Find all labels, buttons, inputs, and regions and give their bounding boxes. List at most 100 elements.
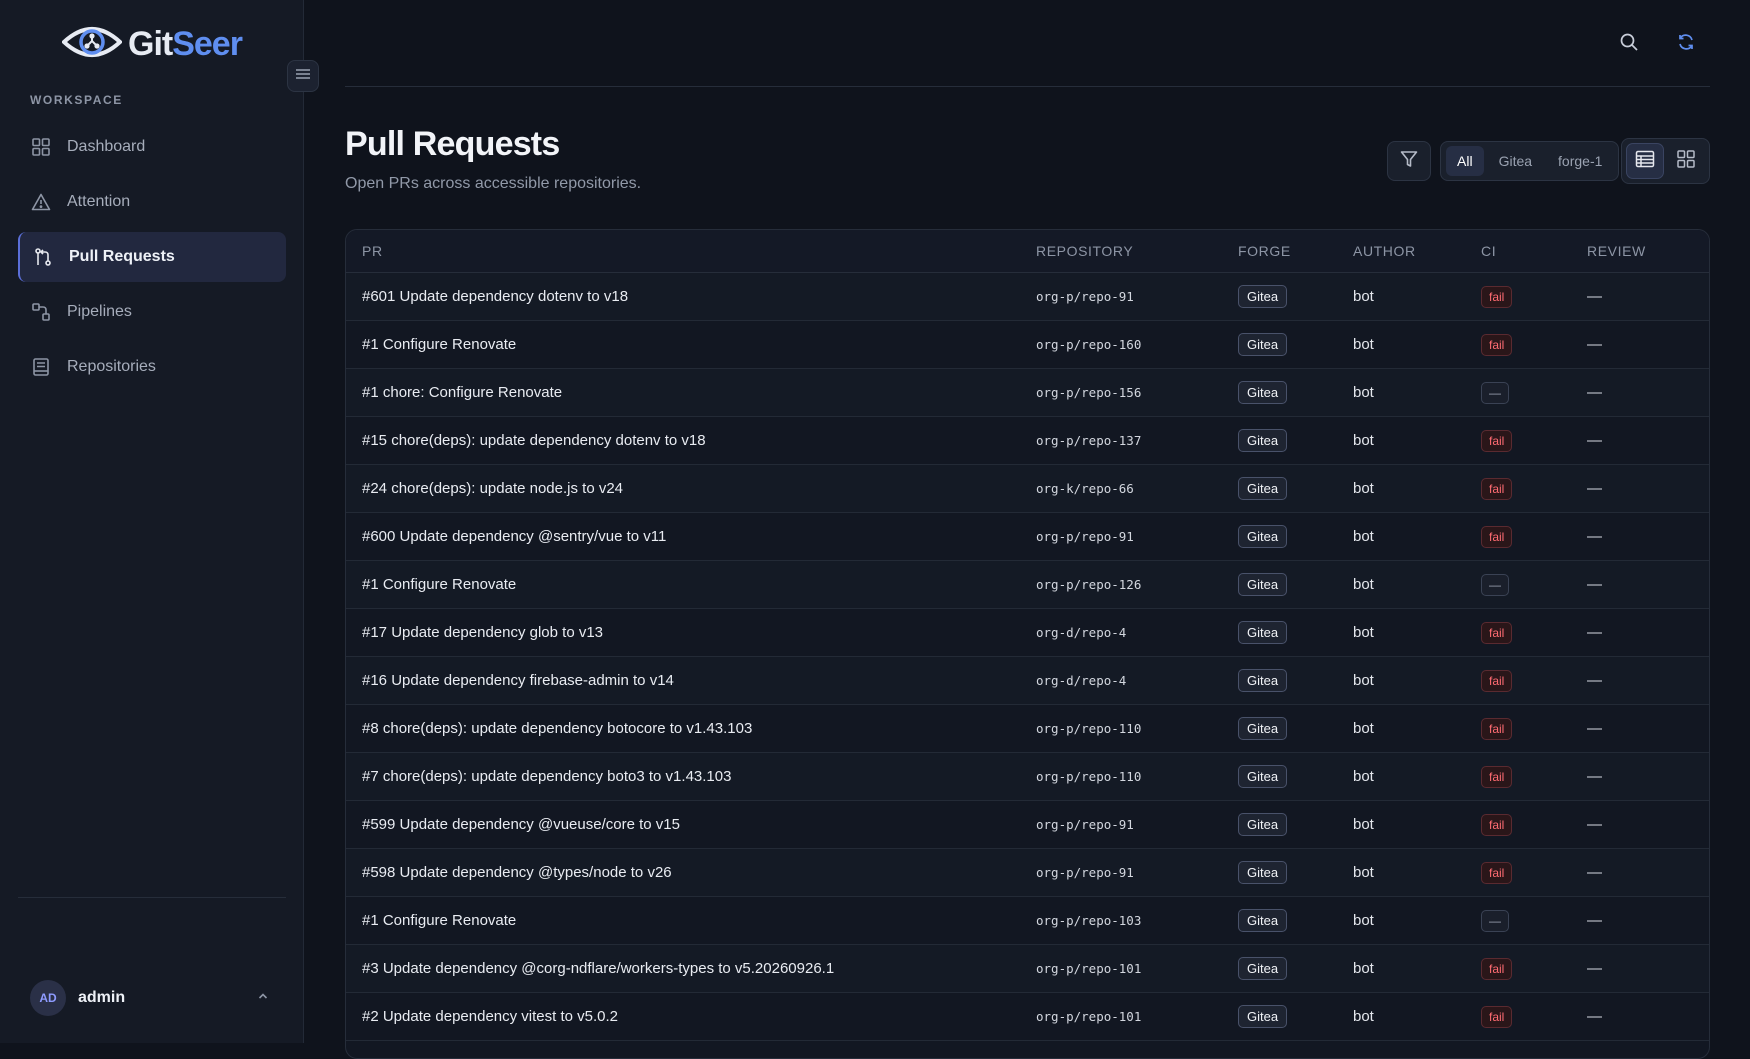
chevron-up-icon[interactable]: [256, 989, 270, 1008]
repository-name[interactable]: org-p/repo-91: [1036, 817, 1238, 832]
ci-status-badge[interactable]: fail: [1481, 285, 1513, 308]
forge-cell: Gitea: [1238, 573, 1353, 596]
column-header-repository[interactable]: REPOSITORY: [1036, 243, 1238, 259]
review-status: —: [1587, 720, 1602, 737]
table-row[interactable]: #601 Update dependency dotenv to v18 org-…: [346, 273, 1709, 321]
repository-name[interactable]: org-p/repo-101: [1036, 1009, 1238, 1024]
pr-title-link[interactable]: #1 Configure Renovate: [346, 336, 1036, 353]
table-row[interactable]: #1 Configure Renovate org-p/repo-160 Gitea…: [346, 321, 1709, 369]
table-row[interactable]: #24 chore(deps): update node.js to v24 or…: [346, 465, 1709, 513]
table-row[interactable]: #1 chore: Configure Renovate org-p/repo-1…: [346, 369, 1709, 417]
table-row[interactable]: #1 Configure Renovate org-p/repo-126 Gitea…: [346, 561, 1709, 609]
pr-title-link[interactable]: #15 chore(deps): update dependency doten…: [346, 432, 1036, 449]
column-header-author[interactable]: AUTHOR: [1353, 243, 1481, 259]
sidebar-collapse-button[interactable]: [287, 60, 319, 92]
pr-title-link[interactable]: #8 chore(deps): update dependency botoco…: [346, 720, 1036, 737]
ci-status-badge[interactable]: fail: [1481, 861, 1513, 884]
forge-filter-segmented: All Gitea forge-1: [1440, 141, 1620, 181]
repository-name[interactable]: org-p/repo-91: [1036, 529, 1238, 544]
ci-status-badge[interactable]: fail: [1481, 477, 1513, 500]
ci-status-badge[interactable]: —: [1481, 909, 1509, 932]
ci-status-badge[interactable]: fail: [1481, 525, 1513, 548]
pr-title-link[interactable]: #1 Configure Renovate: [346, 576, 1036, 593]
pr-title-link[interactable]: #24 chore(deps): update node.js to v24: [346, 480, 1036, 497]
table-row[interactable]: #7 chore(deps): update dependency boto3 …: [346, 753, 1709, 801]
sidebar-item-attention[interactable]: Attention: [18, 177, 286, 227]
pr-title-link[interactable]: #598 Update dependency @types/node to v2…: [346, 864, 1036, 881]
ci-status-badge[interactable]: fail: [1481, 1005, 1513, 1028]
repository-name[interactable]: org-p/repo-91: [1036, 289, 1238, 304]
table-view-button[interactable]: [1626, 143, 1664, 179]
repository-name[interactable]: org-d/repo-4: [1036, 673, 1238, 688]
repository-name[interactable]: org-p/repo-91: [1036, 865, 1238, 880]
filter-button[interactable]: [1387, 141, 1431, 181]
ci-status-badge[interactable]: fail: [1481, 813, 1513, 836]
repository-name[interactable]: org-d/repo-4: [1036, 625, 1238, 640]
pr-title-link[interactable]: #16 Update dependency firebase-admin to …: [346, 672, 1036, 689]
filter-icon: [1399, 149, 1419, 174]
column-header-pr[interactable]: PR: [346, 243, 1036, 259]
pr-title-link[interactable]: #600 Update dependency @sentry/vue to v1…: [346, 528, 1036, 545]
table-row[interactable]: #16 Update dependency firebase-admin to …: [346, 657, 1709, 705]
table-row[interactable]: #600 Update dependency @sentry/vue to v1…: [346, 513, 1709, 561]
pr-title-link[interactable]: #2 Update dependency vitest to v5.0.2: [346, 1008, 1036, 1025]
review-status: —: [1587, 336, 1602, 353]
forge-filter-gitea[interactable]: Gitea: [1488, 146, 1543, 176]
sidebar-item-dashboard[interactable]: Dashboard: [18, 122, 286, 172]
author-name: bot: [1353, 480, 1374, 497]
table-row[interactable]: #599 Update dependency @vueuse/core to v…: [346, 801, 1709, 849]
forge-filter-all[interactable]: All: [1446, 146, 1484, 176]
forge-filter-forge-1[interactable]: forge-1: [1547, 146, 1613, 176]
pr-title-link[interactable]: #17 Update dependency glob to v13: [346, 624, 1036, 641]
ci-status-badge[interactable]: fail: [1481, 669, 1513, 692]
repository-name[interactable]: org-p/repo-156: [1036, 385, 1238, 400]
ci-cell: fail: [1481, 333, 1587, 356]
ci-status-badge[interactable]: fail: [1481, 765, 1513, 788]
pr-title-link[interactable]: #3 Update dependency @corg-ndflare/worke…: [346, 960, 1036, 977]
column-header-review[interactable]: REVIEW: [1587, 243, 1687, 259]
grid-view-button[interactable]: [1668, 143, 1705, 179]
repository-name[interactable]: org-p/repo-110: [1036, 721, 1238, 736]
user-menu[interactable]: AD admin: [30, 980, 270, 1016]
sidebar-item-repositories[interactable]: Repositories: [18, 342, 286, 392]
table-row[interactable]: #3 Update dependency @corg-ndflare/worke…: [346, 945, 1709, 993]
sidebar-item-pull-requests[interactable]: Pull Requests: [18, 232, 286, 282]
table-row[interactable]: #598 Update dependency @types/node to v2…: [346, 849, 1709, 897]
pr-title-link[interactable]: #601 Update dependency dotenv to v18: [346, 288, 1036, 305]
search-button[interactable]: [1618, 33, 1640, 55]
pr-title-link[interactable]: #1 Configure Renovate: [346, 912, 1036, 929]
pr-title-link[interactable]: #7 chore(deps): update dependency boto3 …: [346, 768, 1036, 785]
repository-name[interactable]: org-p/repo-160: [1036, 337, 1238, 352]
repository-name[interactable]: org-p/repo-110: [1036, 769, 1238, 784]
ci-status-badge[interactable]: fail: [1481, 957, 1513, 980]
pr-title-link[interactable]: #1 chore: Configure Renovate: [346, 384, 1036, 401]
ci-status-badge[interactable]: —: [1481, 381, 1509, 404]
ci-status-badge[interactable]: fail: [1481, 429, 1513, 452]
ci-status-badge[interactable]: fail: [1481, 621, 1513, 644]
column-header-ci[interactable]: CI: [1481, 243, 1587, 259]
app-logo[interactable]: GitSeer: [61, 22, 243, 67]
column-header-forge[interactable]: FORGE: [1238, 243, 1353, 259]
forge-badge: Gitea: [1238, 669, 1288, 692]
repository-name[interactable]: org-p/repo-137: [1036, 433, 1238, 448]
pr-title-link[interactable]: #599 Update dependency @vueuse/core to v…: [346, 816, 1036, 833]
repository-name[interactable]: org-p/repo-101: [1036, 961, 1238, 976]
repository-name[interactable]: org-k/repo-66: [1036, 481, 1238, 496]
table-row[interactable]: #1 Configure Renovate org-p/repo-103 Gitea…: [346, 897, 1709, 945]
ci-status-badge[interactable]: fail: [1481, 717, 1513, 740]
sidebar-item-pipelines[interactable]: Pipelines: [18, 287, 286, 337]
review-status: —: [1587, 816, 1602, 833]
sidebar-item-label: Repositories: [67, 358, 156, 375]
repository-name[interactable]: org-p/repo-103: [1036, 913, 1238, 928]
table-row[interactable]: #15 chore(deps): update dependency doten…: [346, 417, 1709, 465]
ci-status-badge[interactable]: fail: [1481, 333, 1513, 356]
forge-cell: Gitea: [1238, 429, 1353, 452]
ci-status-badge[interactable]: —: [1481, 573, 1509, 596]
review-status: —: [1587, 480, 1602, 497]
repository-name[interactable]: org-p/repo-126: [1036, 577, 1238, 592]
refresh-button[interactable]: [1675, 33, 1697, 55]
table-row[interactable]: #2 Update dependency vitest to v5.0.2 org…: [346, 993, 1709, 1041]
review-status: —: [1587, 864, 1602, 881]
table-row[interactable]: #8 chore(deps): update dependency botoco…: [346, 705, 1709, 753]
table-row[interactable]: #17 Update dependency glob to v13 org-d/r…: [346, 609, 1709, 657]
